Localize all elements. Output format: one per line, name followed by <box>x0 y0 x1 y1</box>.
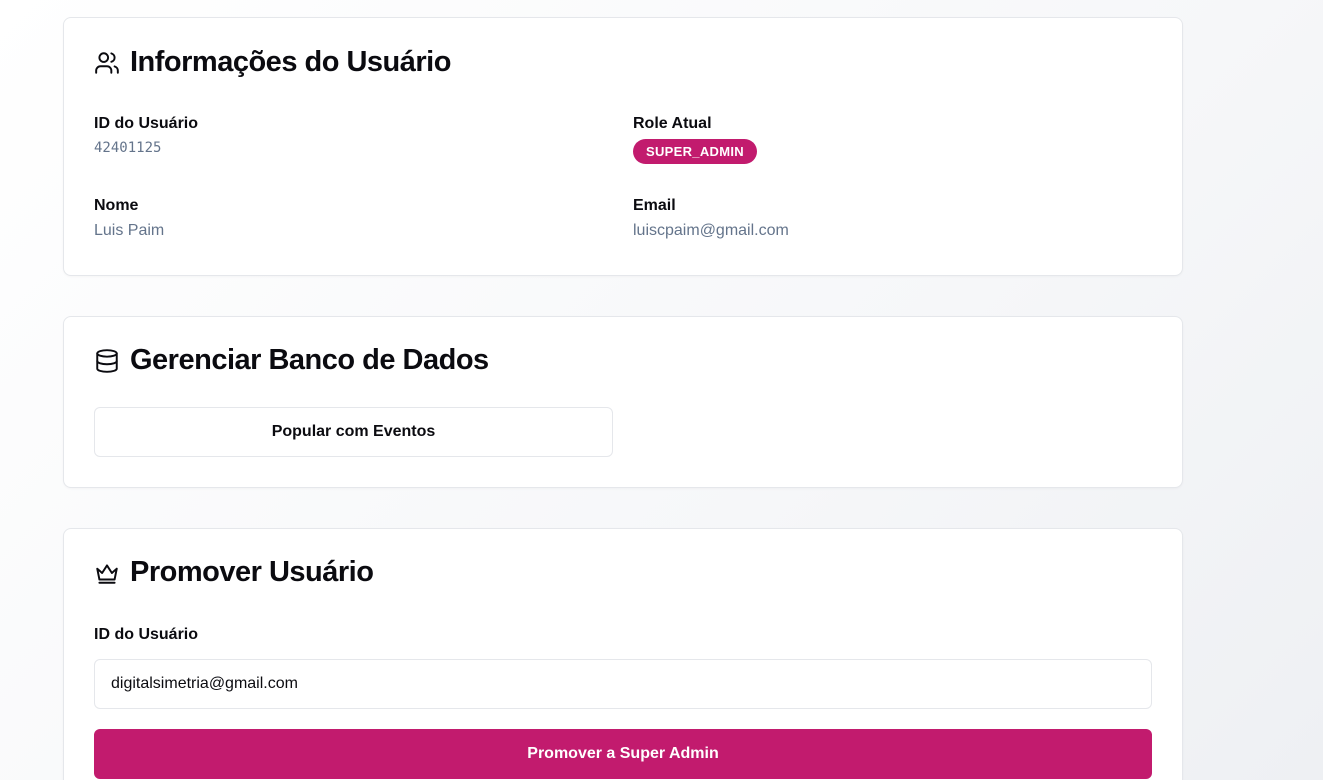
promote-super-admin-button[interactable]: Promover a Super Admin <box>94 729 1152 779</box>
user-id-field: ID do Usuário 42401125 <box>94 115 198 156</box>
name-field: Nome Luis Paim <box>94 197 164 240</box>
users-icon <box>94 50 120 76</box>
user-id-label: ID do Usuário <box>94 115 199 132</box>
user-info-title: Informações do Usuário <box>130 46 451 78</box>
promote-user-card: Promover Usuário ID do Usuário Promover … <box>63 528 1183 780</box>
promote-heading: Promover Usuário <box>94 556 374 589</box>
database-heading: Gerenciar Banco de Dados <box>94 344 489 377</box>
promote-id-field: ID do Usuário <box>94 626 198 644</box>
populate-events-button[interactable]: Popular com Eventos <box>94 407 613 457</box>
user-info-heading: Informações do Usuário <box>94 46 451 79</box>
crown-icon <box>94 560 120 586</box>
promote-title: Promover Usuário <box>130 556 374 588</box>
name-label: Nome <box>94 197 139 214</box>
email-field: Email luiscpaim@gmail.com <box>633 197 789 240</box>
database-icon <box>94 348 120 374</box>
user-id-value: 42401125 <box>94 140 162 156</box>
email-value: luiscpaim@gmail.com <box>633 222 789 239</box>
database-card: Gerenciar Banco de Dados Popular com Eve… <box>63 316 1183 488</box>
promote-id-label: ID do Usuário <box>94 626 199 643</box>
name-value: Luis Paim <box>94 222 165 239</box>
admin-page: Informações do Usuário ID do Usuário 424… <box>0 0 1323 780</box>
role-label: Role Atual <box>633 115 712 132</box>
user-info-card: Informações do Usuário ID do Usuário 424… <box>63 17 1183 276</box>
database-title: Gerenciar Banco de Dados <box>130 344 489 376</box>
role-badge: SUPER_ADMIN <box>633 139 757 164</box>
promote-user-input[interactable] <box>94 659 1152 709</box>
role-field: Role Atual SUPER_ADMIN <box>633 115 757 164</box>
email-label: Email <box>633 197 676 214</box>
